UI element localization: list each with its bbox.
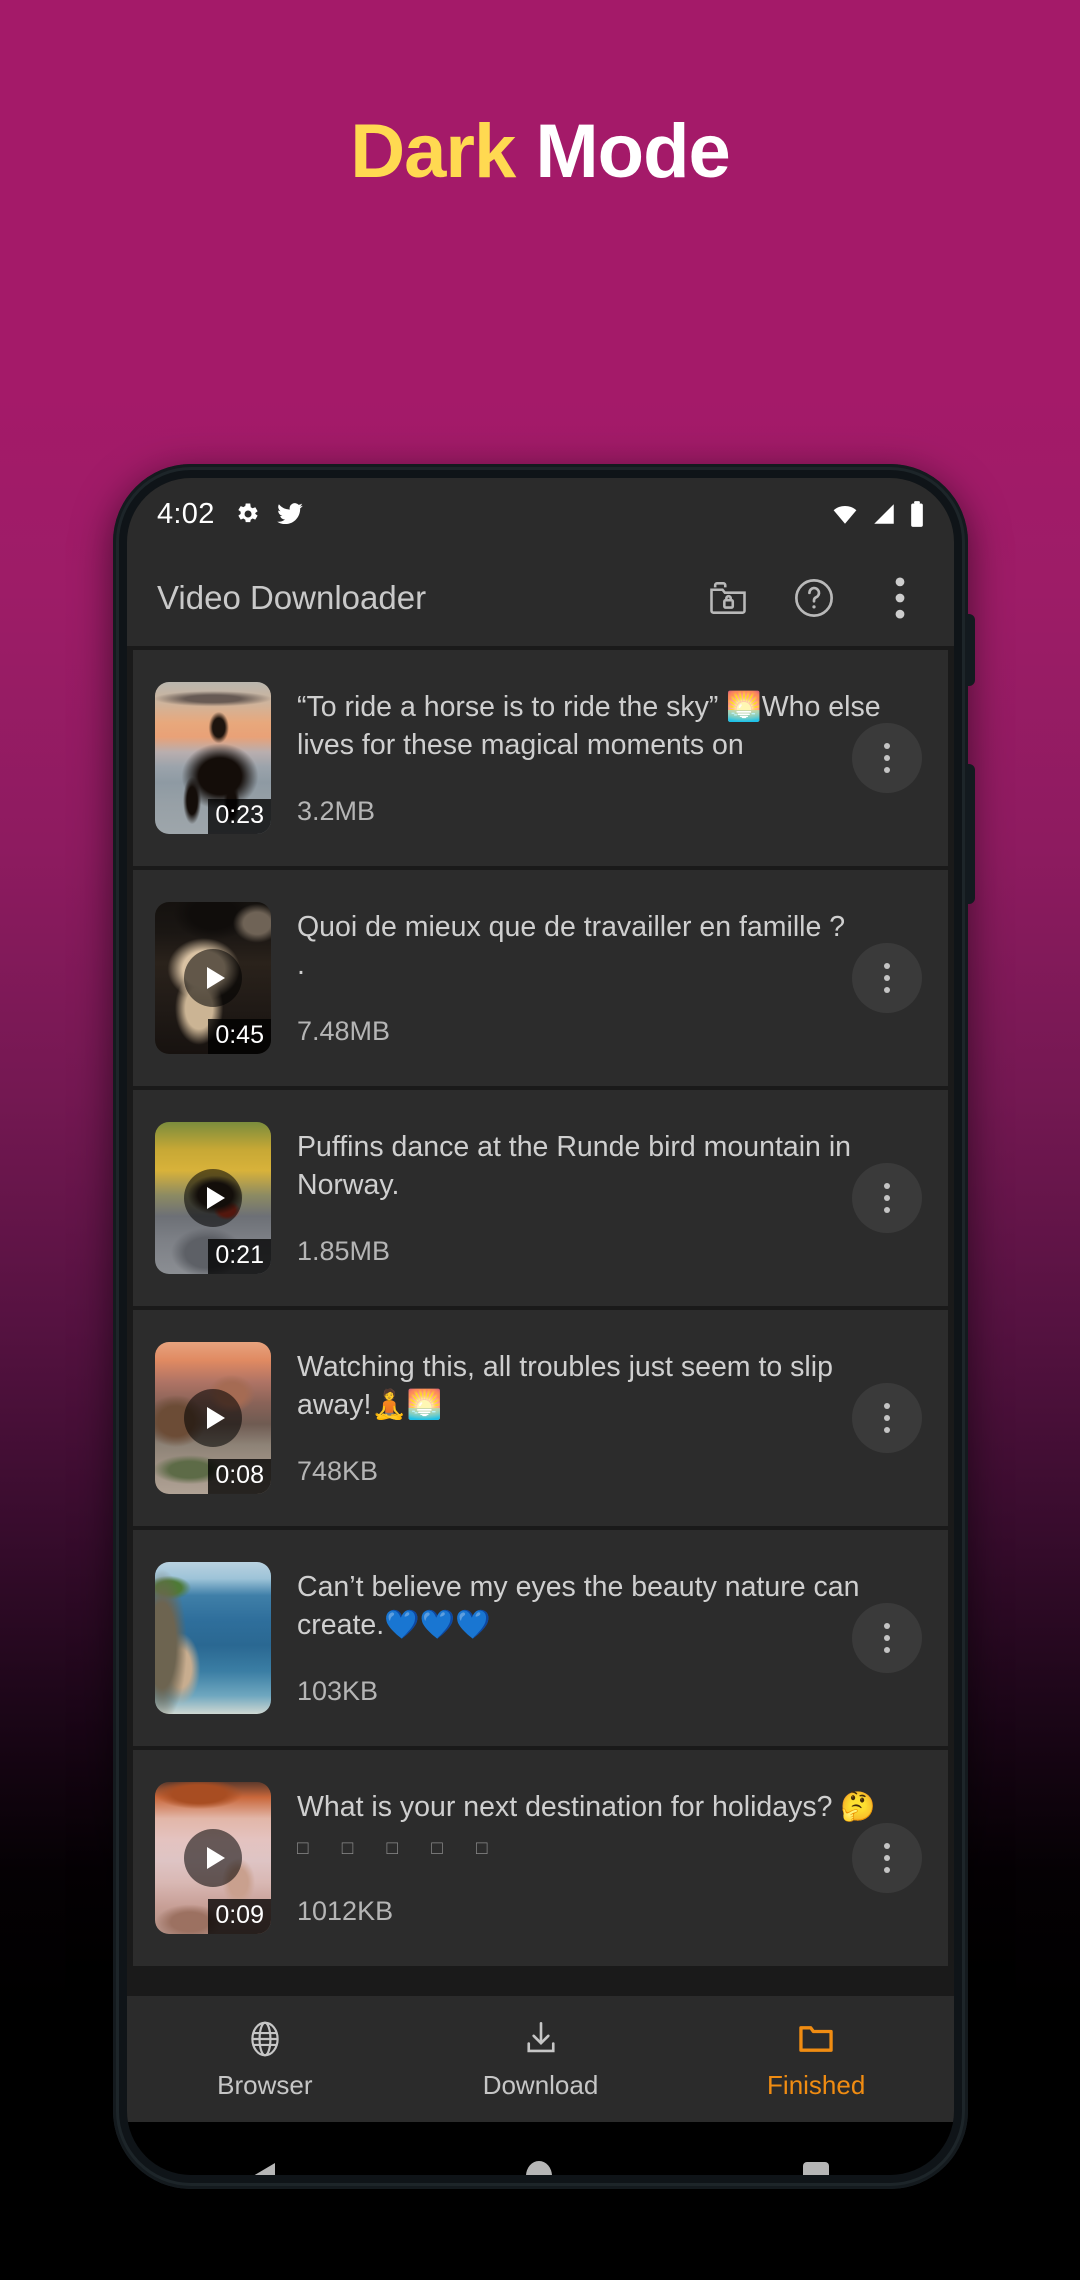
play-icon[interactable] [184, 949, 242, 1007]
video-size: 1.85MB [297, 1236, 391, 1267]
nav-tab-download[interactable]: Download [403, 2018, 679, 2101]
video-title: “To ride a horse is to ride the sky” 🌅Wh… [297, 690, 881, 761]
bottom-navigation: Browser Download Finished [127, 1996, 954, 2122]
volume-button[interactable] [966, 764, 975, 904]
download-list[interactable]: 0:23 “To ride a horse is to ride the sky… [127, 646, 954, 1996]
app-title: Video Downloader [157, 579, 427, 616]
video-thumbnail[interactable]: 0:09 [155, 1782, 271, 1934]
video-duration: 0:21 [208, 1238, 271, 1274]
item-menu-button[interactable] [852, 723, 922, 793]
list-item[interactable]: Can’t believe my eyes the beauty nature … [133, 1530, 948, 1746]
page-title-highlight: Dark [350, 109, 516, 194]
item-menu-button[interactable] [852, 1163, 922, 1233]
gear-icon [233, 500, 261, 528]
video-thumbnail[interactable]: 0:23 [155, 682, 271, 834]
video-thumbnail[interactable]: 0:45 [155, 902, 271, 1054]
overflow-menu-icon[interactable] [872, 570, 928, 626]
globe-icon [244, 2018, 286, 2060]
list-item[interactable]: 0:21 Puffins dance at the Runde bird mou… [133, 1090, 948, 1306]
item-menu-button[interactable] [852, 1383, 922, 1453]
battery-icon [908, 500, 926, 528]
android-navigation-bar [127, 2122, 954, 2175]
video-title: Puffins dance at the Runde bird mountain… [297, 1130, 852, 1201]
phone-screen: 4:02 Video Downloader 0:23 “To ride a ho… [127, 478, 954, 2175]
video-duration: 0:23 [208, 798, 271, 834]
video-title: Quoi de mieux que de travailler en famil… [297, 910, 846, 981]
recents-button[interactable] [802, 2162, 829, 2175]
video-size: 748KB [297, 1456, 379, 1487]
folder-icon [795, 2018, 837, 2060]
video-thumbnail[interactable]: 0:08 [155, 1342, 271, 1494]
status-bar-clock: 4:02 [157, 497, 215, 530]
back-button[interactable] [252, 2163, 275, 2175]
list-item[interactable]: 0:09 What is your next destination for h… [133, 1750, 948, 1966]
twitter-icon [275, 500, 305, 528]
status-bar: 4:02 [127, 478, 954, 550]
video-size: 7.48MB [297, 1016, 391, 1047]
page-title-rest: Mode [535, 109, 730, 194]
help-icon[interactable] [786, 570, 842, 626]
item-menu-button[interactable] [852, 943, 922, 1013]
nav-tab-download-label: Download [482, 2069, 599, 2100]
video-title: Can’t believe my eyes the beauty nature … [297, 1570, 860, 1641]
video-duration: 0:09 [208, 1898, 271, 1934]
nav-tab-finished-label: Finished [767, 2069, 866, 2100]
play-icon[interactable] [184, 1389, 242, 1447]
play-icon[interactable] [184, 1169, 242, 1227]
phone-frame: 4:02 Video Downloader 0:23 “To ride a ho… [113, 464, 975, 2189]
video-duration: 0:08 [208, 1458, 271, 1494]
item-menu-button[interactable] [852, 1603, 922, 1673]
private-folder-icon[interactable] [700, 570, 756, 626]
nav-tab-browser[interactable]: Browser [127, 2018, 403, 2101]
video-size: 103KB [297, 1676, 379, 1707]
download-icon [520, 2018, 562, 2060]
video-title: Watching this, all troubles just seem to… [297, 1350, 833, 1421]
video-duration: 0:45 [208, 1018, 271, 1054]
wifi-icon [830, 501, 860, 527]
video-thumbnail[interactable]: 0:21 [155, 1122, 271, 1274]
list-item[interactable]: 0:08 Watching this, all troubles just se… [133, 1310, 948, 1526]
video-title: What is your next destination for holida… [297, 1790, 876, 1859]
nav-tab-browser-label: Browser [217, 2069, 313, 2100]
power-button[interactable] [966, 614, 975, 686]
play-icon[interactable] [184, 1829, 242, 1887]
video-size: 1012KB [297, 1896, 394, 1927]
list-item[interactable]: 0:45 Quoi de mieux que de travailler en … [133, 870, 948, 1086]
nav-tab-finished[interactable]: Finished [678, 2018, 954, 2101]
item-menu-button[interactable] [852, 1823, 922, 1893]
video-thumbnail[interactable] [155, 1562, 271, 1714]
page-title: Dark Mode [0, 110, 1080, 194]
signal-icon [870, 501, 898, 527]
video-size: 3.2MB [297, 796, 376, 827]
home-button[interactable] [525, 2161, 552, 2175]
app-bar: Video Downloader [127, 550, 954, 646]
list-item[interactable]: 0:23 “To ride a horse is to ride the sky… [133, 650, 948, 866]
